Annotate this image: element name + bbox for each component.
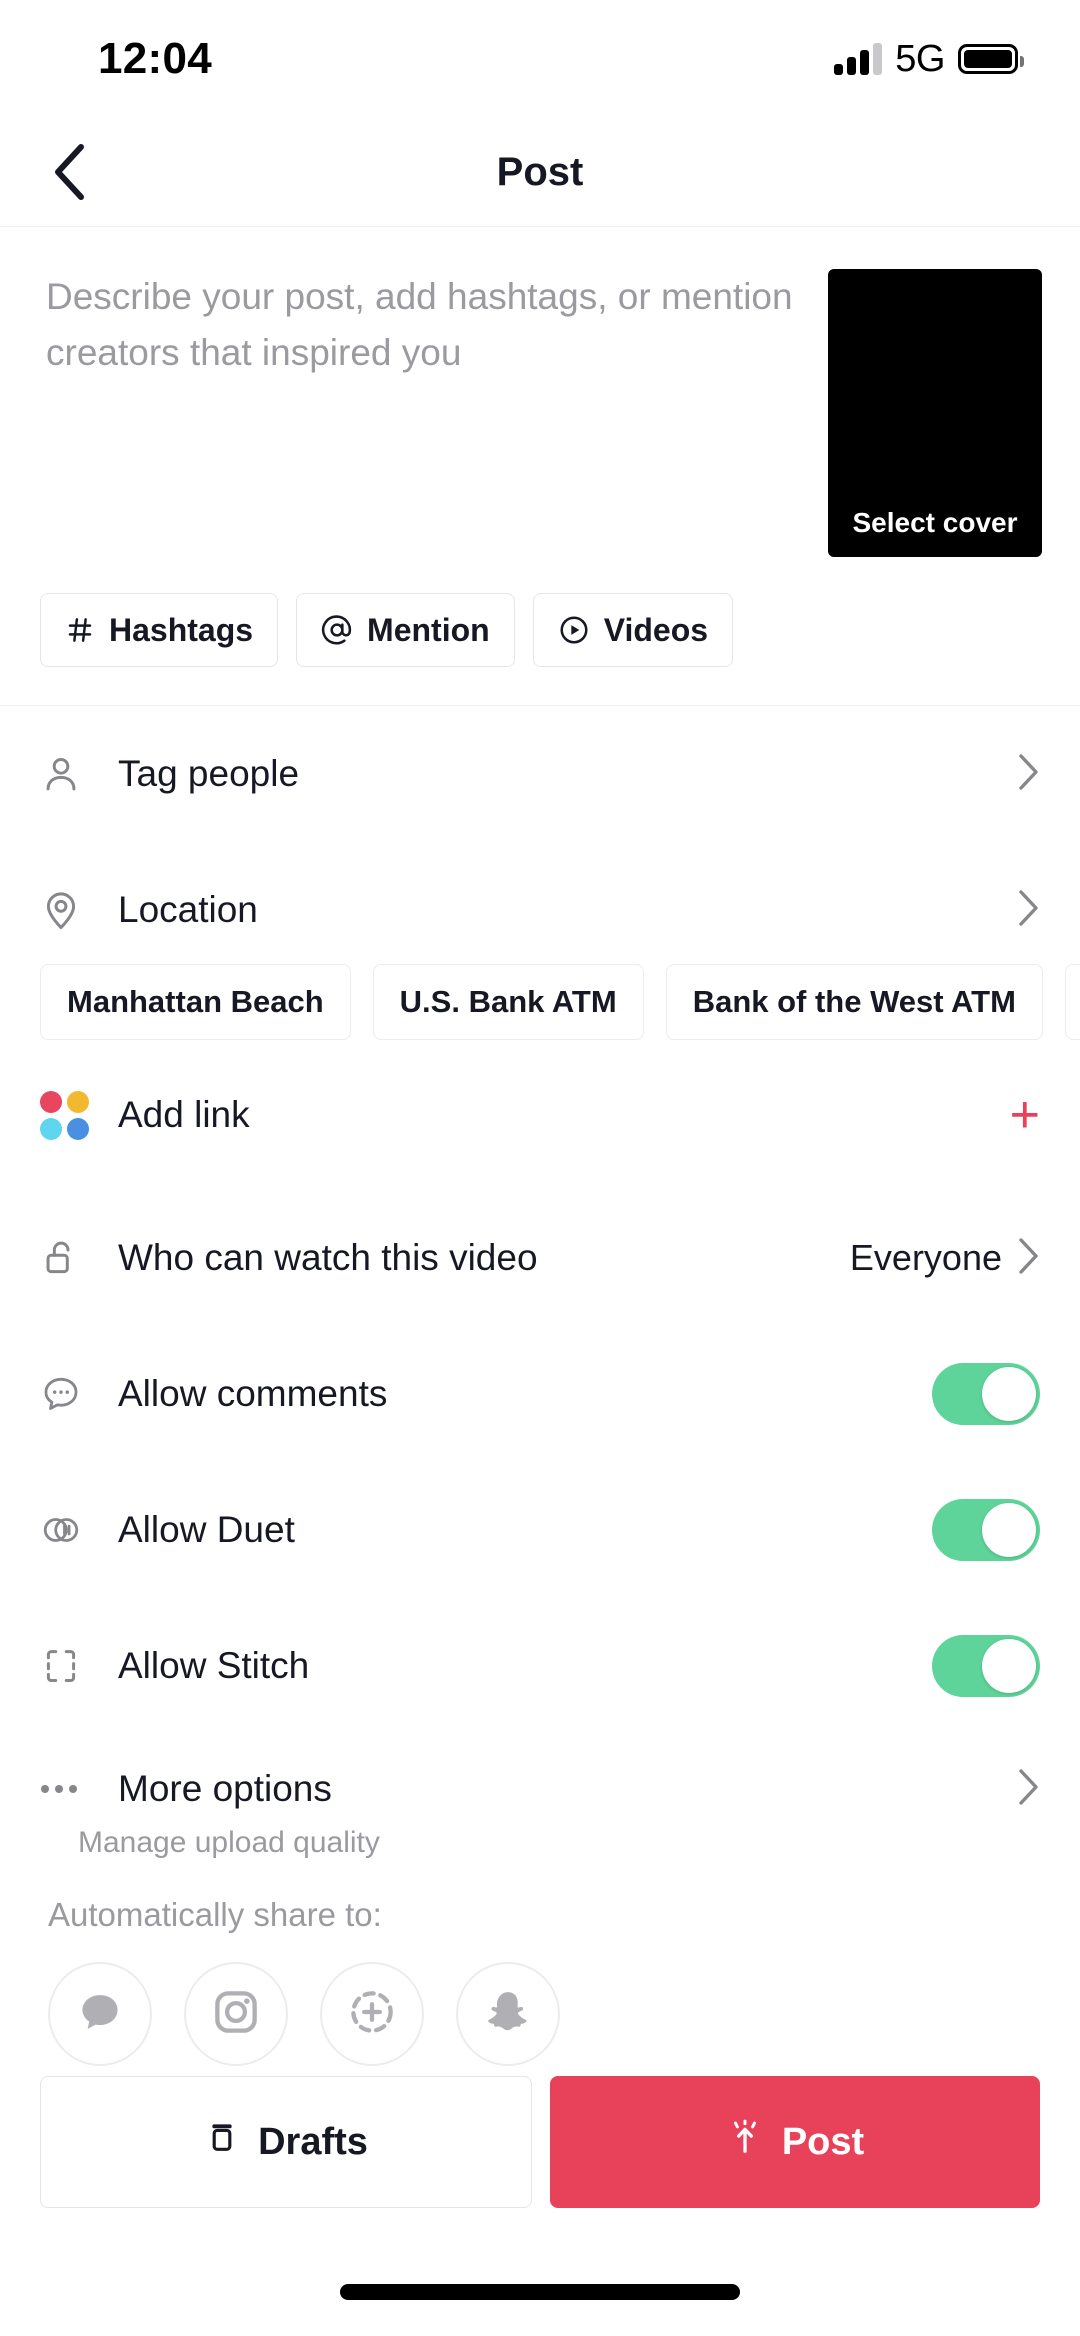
allow-duet-toggle[interactable] — [932, 1499, 1040, 1561]
location-suggestion-chip[interactable]: Capital On — [1064, 964, 1080, 1040]
location-suggestion-row[interactable]: Manhattan Beach U.S. Bank ATM Bank of th… — [0, 964, 1080, 1040]
description-input-wrapper[interactable]: Describe your post, add hashtags, or men… — [46, 269, 828, 557]
chevron-right-icon — [1018, 1768, 1040, 1811]
more-options-label: More options — [118, 1768, 332, 1809]
at-icon — [321, 614, 353, 646]
snapchat-icon — [482, 1986, 534, 2043]
select-cover-label: Select cover — [852, 507, 1018, 538]
chevron-left-icon — [55, 144, 84, 200]
allow-stitch-label: Allow Stitch — [118, 1645, 310, 1686]
location-suggestion-chip[interactable]: Bank of the West ATM — [665, 964, 1043, 1040]
share-target-messages[interactable] — [48, 1962, 152, 2066]
post-button-label: Post — [781, 2120, 865, 2163]
chevron-right-icon — [1018, 889, 1040, 932]
ellipsis-icon — [40, 1781, 98, 1797]
add-link-plus-icon[interactable]: + — [1010, 1089, 1040, 1141]
status-bar: 12:04 5G — [0, 0, 1080, 118]
composer-chip-row: Hashtags Mention Videos — [0, 557, 1080, 667]
add-link-label: Add link — [118, 1094, 250, 1135]
allow-stitch-toggle[interactable] — [932, 1635, 1040, 1697]
hashtags-chip[interactable]: Hashtags — [40, 593, 279, 667]
hashtag-icon — [65, 615, 95, 645]
upload-arrow-icon — [726, 2118, 764, 2166]
archive-icon — [204, 2119, 240, 2165]
chevron-right-icon — [1018, 1237, 1040, 1280]
duet-icon — [40, 1509, 98, 1551]
instagram-icon — [210, 1986, 262, 2043]
play-circle-icon — [558, 614, 590, 646]
location-pin-icon — [40, 889, 98, 931]
home-indicator — [340, 2284, 740, 2300]
battery-icon — [958, 44, 1024, 74]
network-type-label: 5G — [895, 37, 945, 80]
description-placeholder: Describe your post, add hashtags, or men… — [46, 276, 793, 374]
allow-comments-label: Allow comments — [118, 1373, 388, 1414]
unlock-icon — [40, 1237, 98, 1279]
share-icon-row — [48, 1962, 1080, 2066]
post-button[interactable]: Post — [550, 2076, 1040, 2208]
privacy-value: Everyone — [849, 1237, 1002, 1278]
allow-duet-row[interactable]: Allow Duet — [0, 1462, 1080, 1598]
allow-comments-toggle[interactable] — [932, 1363, 1040, 1425]
composer-area: Describe your post, add hashtags, or men… — [0, 227, 1080, 557]
instagram-story-icon — [346, 1986, 398, 2043]
location-suggestion-chip[interactable]: U.S. Bank ATM — [372, 964, 644, 1040]
videos-chip-label: Videos — [603, 611, 709, 648]
hashtags-chip-label: Hashtags — [109, 611, 254, 648]
add-link-row[interactable]: Add link + — [0, 1040, 1080, 1190]
bottom-action-bar: Drafts Post — [0, 2076, 1080, 2208]
auto-share-title: Automatically share to: — [48, 1896, 382, 1933]
nav-header: Post — [0, 118, 1080, 227]
allow-comments-row[interactable]: Allow comments — [0, 1326, 1080, 1462]
signal-strength-icon — [834, 43, 883, 75]
drafts-button-label: Drafts — [258, 2120, 368, 2163]
status-indicators: 5G — [834, 37, 1024, 81]
privacy-label: Who can watch this video — [118, 1237, 538, 1278]
back-button[interactable] — [38, 141, 100, 203]
more-options-subtitle: Manage upload quality — [78, 1826, 380, 1859]
mention-chip-label: Mention — [367, 611, 490, 648]
location-label: Location — [118, 889, 258, 930]
color-dots-icon — [40, 1090, 98, 1140]
share-target-instagram-story[interactable] — [320, 1962, 424, 2066]
location-row[interactable]: Location — [0, 842, 1080, 978]
privacy-row[interactable]: Who can watch this video Everyone — [0, 1190, 1080, 1326]
person-icon — [40, 753, 98, 795]
status-time: 12:04 — [98, 34, 213, 83]
tag-people-label: Tag people — [118, 753, 300, 794]
allow-stitch-row[interactable]: Allow Stitch — [0, 1598, 1080, 1734]
allow-duet-label: Allow Duet — [118, 1509, 295, 1550]
chevron-right-icon — [1018, 753, 1040, 796]
share-target-instagram[interactable] — [184, 1962, 288, 2066]
location-suggestion-chip[interactable]: Manhattan Beach — [40, 964, 351, 1040]
message-bubble-icon — [74, 1986, 126, 2043]
page-title: Post — [496, 149, 584, 194]
tag-people-row[interactable]: Tag people — [0, 706, 1080, 842]
auto-share-section: Automatically share to: — [0, 1872, 1080, 2066]
videos-chip[interactable]: Videos — [532, 593, 734, 667]
stitch-icon — [40, 1645, 98, 1687]
drafts-button[interactable]: Drafts — [40, 2076, 532, 2208]
share-target-snapchat[interactable] — [456, 1962, 560, 2066]
mention-chip[interactable]: Mention — [296, 593, 515, 667]
comment-bubble-icon — [40, 1373, 98, 1415]
select-cover-button[interactable]: Select cover — [828, 269, 1042, 557]
